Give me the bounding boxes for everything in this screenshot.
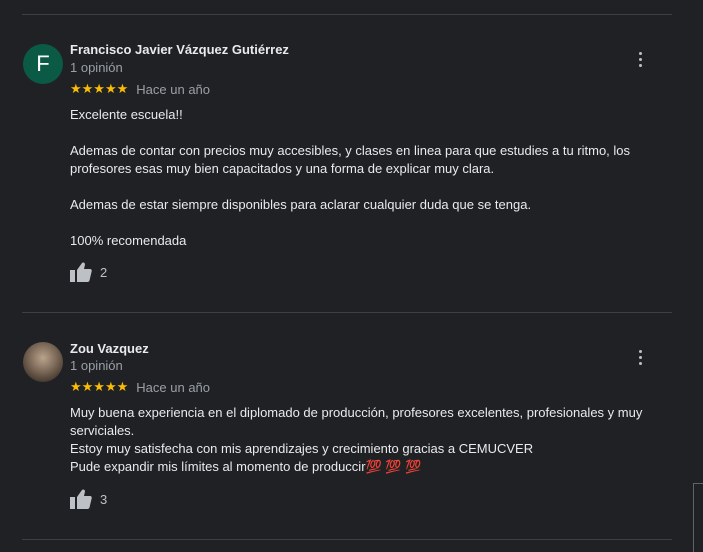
like-count: 2	[100, 264, 108, 280]
like-button[interactable]: 3	[70, 489, 107, 509]
review-line: Estoy muy satisfecha con mis aprendizaje…	[70, 441, 534, 456]
thumb-up-icon	[70, 262, 92, 282]
rating-row: ★★★★★ Hace un año	[70, 82, 210, 97]
review-line: Muy buena experiencia en el diplomado de…	[70, 405, 643, 438]
avatar[interactable]: F	[23, 44, 63, 84]
review-text: Muy buena experiencia en el diplomado de…	[70, 404, 660, 476]
review-time: Hace un año	[136, 380, 211, 395]
reviewer-name[interactable]: Francisco Javier Vázquez Gutiérrez	[70, 42, 289, 57]
review-time: Hace un año	[136, 82, 211, 97]
review-paragraph: 100% recomendada	[70, 233, 187, 248]
reviewer-review-count: 1 opinión	[70, 358, 123, 373]
star-rating: ★★★★★	[70, 82, 129, 97]
thumb-up-icon	[70, 489, 92, 509]
review-text: Excelente escuela!! Ademas de contar con…	[70, 106, 660, 250]
more-vert-icon	[638, 349, 642, 353]
divider	[22, 14, 672, 15]
avatar[interactable]	[23, 342, 63, 382]
reviews-panel: F Francisco Javier Vázquez Gutiérrez 1 o…	[0, 0, 703, 552]
like-button[interactable]: 2	[70, 262, 107, 282]
scroll-edge	[693, 483, 703, 552]
reviewer-name[interactable]: Zou Vazquez	[70, 341, 149, 356]
divider	[22, 539, 672, 540]
reviewer-review-count: 1 opinión	[70, 60, 123, 75]
review-paragraph: Excelente escuela!!	[70, 107, 183, 122]
more-options-button[interactable]	[632, 49, 648, 69]
more-options-button[interactable]	[632, 347, 648, 367]
star-rating: ★★★★★	[70, 380, 129, 395]
review-paragraph: Ademas de contar con precios muy accesib…	[70, 143, 631, 176]
rating-row: ★★★★★ Hace un año	[70, 380, 210, 395]
review-paragraph: Ademas de estar siempre disponibles para…	[70, 197, 532, 212]
like-count: 3	[100, 491, 108, 507]
more-vert-icon	[638, 51, 642, 55]
divider	[22, 312, 672, 313]
review-line: Pude expandir mis límites al momento de …	[70, 459, 422, 474]
